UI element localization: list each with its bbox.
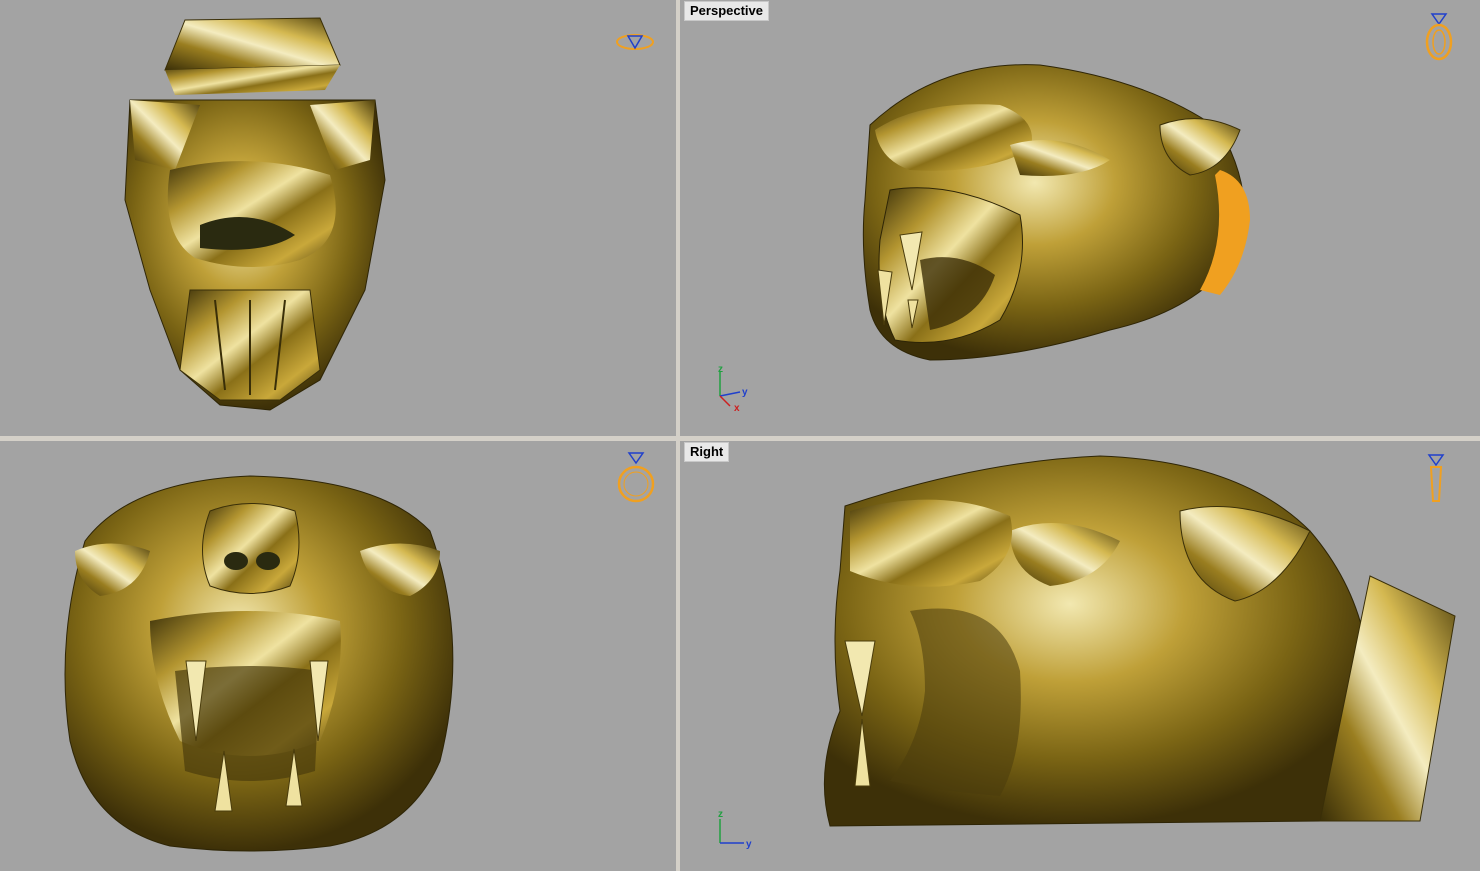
axis-z-label: z xyxy=(718,809,723,820)
viewport-perspective[interactable]: Perspective z y x xyxy=(680,0,1480,436)
panther-ring-model-right xyxy=(823,455,1456,827)
axis-z-label: z xyxy=(718,364,723,375)
panther-ring-model-perspective xyxy=(862,64,1250,361)
ring-front-view-icon xyxy=(617,452,655,503)
viewport-right[interactable]: Right z y xyxy=(680,441,1480,871)
ring-top-view-icon xyxy=(616,34,654,50)
ring-perspective-icon xyxy=(1425,13,1453,61)
axis-triad-right: z y xyxy=(718,809,752,849)
axis-triad-perspective: z y x xyxy=(718,364,748,414)
panther-ring-model-front xyxy=(64,475,454,852)
axis-y-label: y xyxy=(742,387,748,398)
panther-ring-model-top xyxy=(124,17,386,411)
axis-y-label: y xyxy=(746,839,752,849)
axis-x-label: x xyxy=(734,403,740,414)
viewport-front[interactable] xyxy=(0,441,676,871)
viewport-top[interactable] xyxy=(0,0,676,436)
ring-side-view-icon xyxy=(1427,454,1445,502)
